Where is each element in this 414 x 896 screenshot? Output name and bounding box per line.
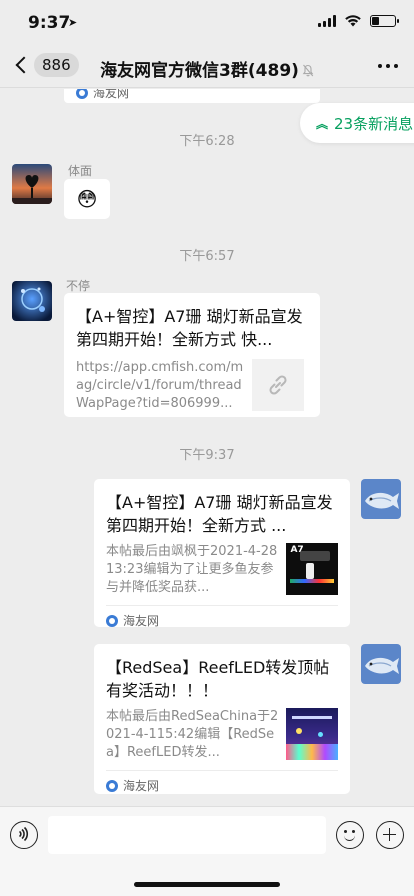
link-message-card[interactable]: 【A+智控】A7珊 瑚灯新品宣发 第四期开始！全新方式 快... https:/… [64,293,320,417]
article-summary: 本帖最后由飒枫于2021-4-2813:23编辑为了让更多鱼友参与并降低奖品获.… [106,544,278,595]
article-thumbnail: A7 [286,543,338,595]
sender-name: 不停 [66,279,91,293]
site-logo-icon [106,779,118,792]
status-time: 9:37 [28,13,71,33]
timestamp: 下午6:57 [179,249,235,264]
timestamp: 下午6:28 [179,134,235,149]
smiley-eye [352,830,355,833]
previous-link-card[interactable]: 海友网 [64,89,320,103]
chat-title: 海友网官方微信3群(489) [0,56,414,81]
card-source: 海友网 [76,89,129,101]
article-title: 【A+智控】A7珊 瑚灯新品宣发 第四期开始！全新方式 ... [106,493,333,535]
article-card[interactable]: 【RedSea】ReefLED转发顶帖有奖活动！！！ 本帖最后由RedSeaCh… [94,644,350,794]
card-source-label: 海友网 [123,614,160,628]
card-source: 海友网 [106,777,338,794]
emoji-button[interactable] [336,821,364,849]
article-card[interactable]: 【A+智控】A7珊 瑚灯新品宣发 第四期开始！全新方式 ... 本帖最后由飒枫于… [94,479,350,629]
divider [106,770,338,771]
emoji-text: 😳 [76,187,98,211]
more-options-button[interactable] [378,64,398,68]
divider [106,605,338,606]
card-source-label: 海友网 [93,89,130,100]
chat-messages[interactable]: 海友网 ︽ 23条新消息 下午6:28 体面 😳 下午6:57 不停 【A+智控… [0,89,414,806]
voice-wave-icon [19,827,29,842]
avatar[interactable] [12,164,52,204]
home-indicator [134,882,280,887]
site-logo-icon [76,89,88,99]
chain-link-icon [269,375,287,395]
location-arrow-icon: ➤ [68,16,78,29]
message-bubble[interactable]: 😳 [64,179,110,219]
my-avatar[interactable] [361,479,401,519]
timestamp: 下午9:37 [179,448,235,463]
my-avatar[interactable] [361,644,401,684]
status-icons [318,14,399,27]
more-functions-button[interactable] [376,821,404,849]
avatar-fish-image [361,479,401,519]
plus-icon-vertical [388,828,391,841]
avatar-bubbles-image [12,281,52,321]
site-logo-icon [106,614,118,627]
cellular-signal-icon [318,14,336,27]
link-icon [252,359,304,411]
voice-button[interactable] [10,821,38,849]
link-title: 【A+智控】A7珊 瑚灯新品宣发 第四期开始！全新方式 快... [76,307,303,349]
card-source-label: 海友网 [123,779,160,793]
link-url: https://app.cmfish.com/mag/circle/v1/for… [76,360,244,411]
battery-icon [370,14,399,27]
smiley-icon [344,830,347,833]
avatar[interactable] [12,281,52,321]
status-bar: 9:37 ➤ [0,0,414,44]
message-input[interactable] [48,816,326,854]
article-summary: 本帖最后由RedSeaChina于2021-4-115:42编辑【RedSea】… [106,709,279,760]
smiley-mouth [344,835,355,841]
mute-bell-icon [302,64,314,77]
avatar-sunset-heart-image [12,164,52,204]
double-chevron-up-icon: ︽ [316,116,329,131]
sender-name: 体面 [68,164,93,178]
card-source: 海友网 [106,612,338,629]
input-bar [0,806,414,896]
wifi-icon [345,15,361,27]
chat-header: 886 海友网官方微信3群(489) [0,44,414,88]
article-thumbnail-aquarium [286,708,338,760]
avatar-fish-image [361,644,401,684]
chat-title-text: 海友网官方微信3群(489) [100,61,299,81]
battery-level [372,16,379,25]
article-title: 【RedSea】ReefLED转发顶帖有奖活动！！！ [106,658,330,700]
